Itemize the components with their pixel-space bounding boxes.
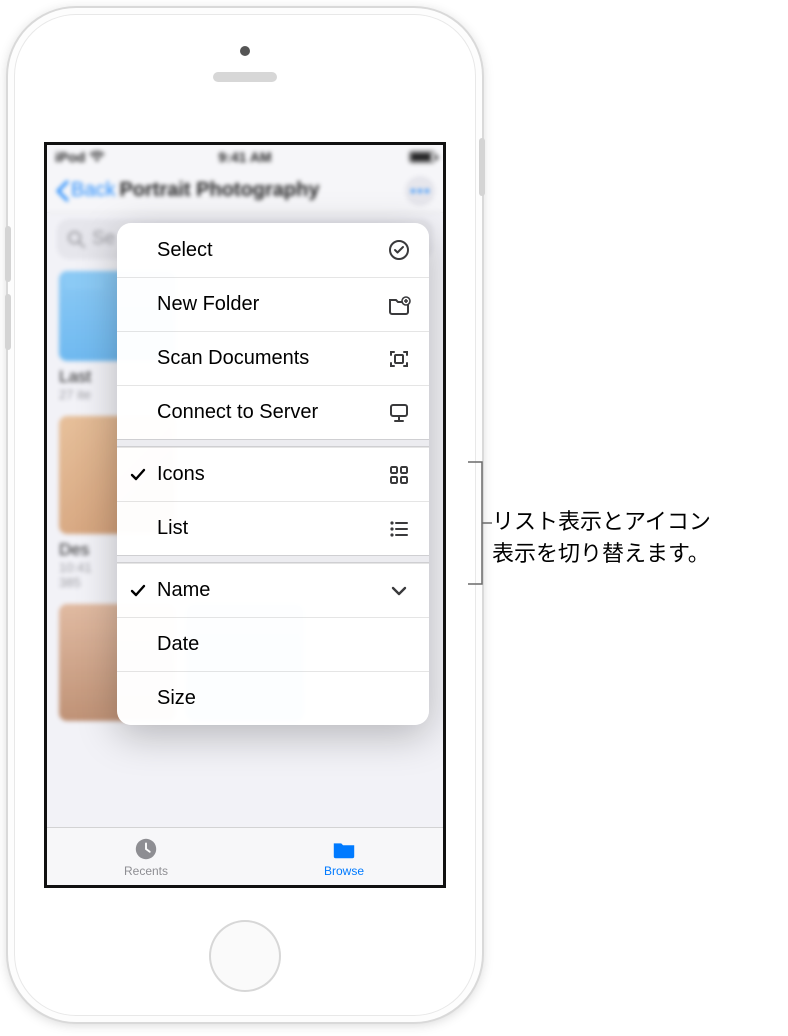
menu-divider [117, 439, 429, 447]
menu-item-scan-documents[interactable]: Scan Documents [117, 331, 429, 385]
menu-divider [117, 555, 429, 563]
menu-item-sort-size[interactable]: Size [117, 671, 429, 725]
clock-icon [132, 836, 160, 862]
device-frame: iPod 9:41 AM Back Portra [8, 8, 482, 1022]
chevron-down-icon [387, 579, 411, 603]
search-placeholder: Se [92, 228, 115, 250]
earpiece [213, 72, 277, 82]
callout-bracket [468, 460, 492, 586]
menu-label: Select [157, 239, 387, 262]
menu-item-select[interactable]: Select [117, 223, 429, 277]
search-icon [67, 230, 86, 249]
actions-popover: Select New Folder Scan Documents [117, 223, 429, 725]
menu-label: Name [157, 579, 387, 602]
grid-icon [387, 463, 411, 487]
menu-label: List [157, 517, 387, 540]
back-button[interactable]: Back [55, 179, 115, 202]
battery-icon [409, 151, 435, 163]
ellipsis-icon [411, 189, 429, 193]
tab-browse[interactable]: Browse [245, 828, 443, 885]
wifi-icon [89, 151, 105, 163]
page-title: Portrait Photography [119, 179, 401, 202]
carrier-label: iPod [55, 149, 85, 165]
checkmark-icon [129, 466, 147, 484]
scan-icon [387, 347, 411, 371]
select-icon [387, 238, 411, 262]
menu-item-new-folder[interactable]: New Folder [117, 277, 429, 331]
menu-item-sort-name[interactable]: Name [117, 563, 429, 617]
more-button[interactable] [405, 176, 435, 206]
tab-bar: Recents Browse [47, 827, 443, 885]
server-icon [387, 401, 411, 425]
tab-label: Browse [324, 864, 364, 878]
device-bezel: iPod 9:41 AM Back Portra [14, 14, 476, 1016]
callout-line: 表示を切り替えます。 [492, 538, 711, 570]
front-camera [240, 46, 250, 56]
tab-label: Recents [124, 864, 168, 878]
clock: 9:41 AM [218, 149, 271, 165]
checkmark-icon [129, 582, 147, 600]
menu-label: New Folder [157, 293, 387, 316]
back-label: Back [71, 179, 115, 202]
screen: iPod 9:41 AM Back Portra [44, 142, 446, 888]
menu-item-connect-server[interactable]: Connect to Server [117, 385, 429, 439]
callout-line: リスト表示とアイコン [492, 506, 711, 538]
power-button [479, 138, 485, 196]
callout-text: リスト表示とアイコン 表示を切り替えます。 [492, 506, 711, 570]
new-folder-icon [387, 293, 411, 317]
folder-icon [330, 836, 358, 862]
menu-label: Date [157, 633, 411, 656]
menu-item-list-view[interactable]: List [117, 501, 429, 555]
status-bar: iPod 9:41 AM [47, 145, 443, 169]
menu-label: Icons [157, 463, 387, 486]
home-button[interactable] [209, 920, 281, 992]
nav-bar: Back Portrait Photography [47, 169, 443, 213]
chevron-left-icon [55, 180, 69, 202]
menu-label: Size [157, 687, 411, 710]
tab-recents[interactable]: Recents [47, 828, 245, 885]
list-icon [387, 517, 411, 541]
menu-label: Connect to Server [157, 401, 387, 424]
menu-label: Scan Documents [157, 347, 387, 370]
menu-item-sort-date[interactable]: Date [117, 617, 429, 671]
menu-item-icons-view[interactable]: Icons [117, 447, 429, 501]
volume-up-button [5, 226, 11, 282]
volume-down-button [5, 294, 11, 350]
